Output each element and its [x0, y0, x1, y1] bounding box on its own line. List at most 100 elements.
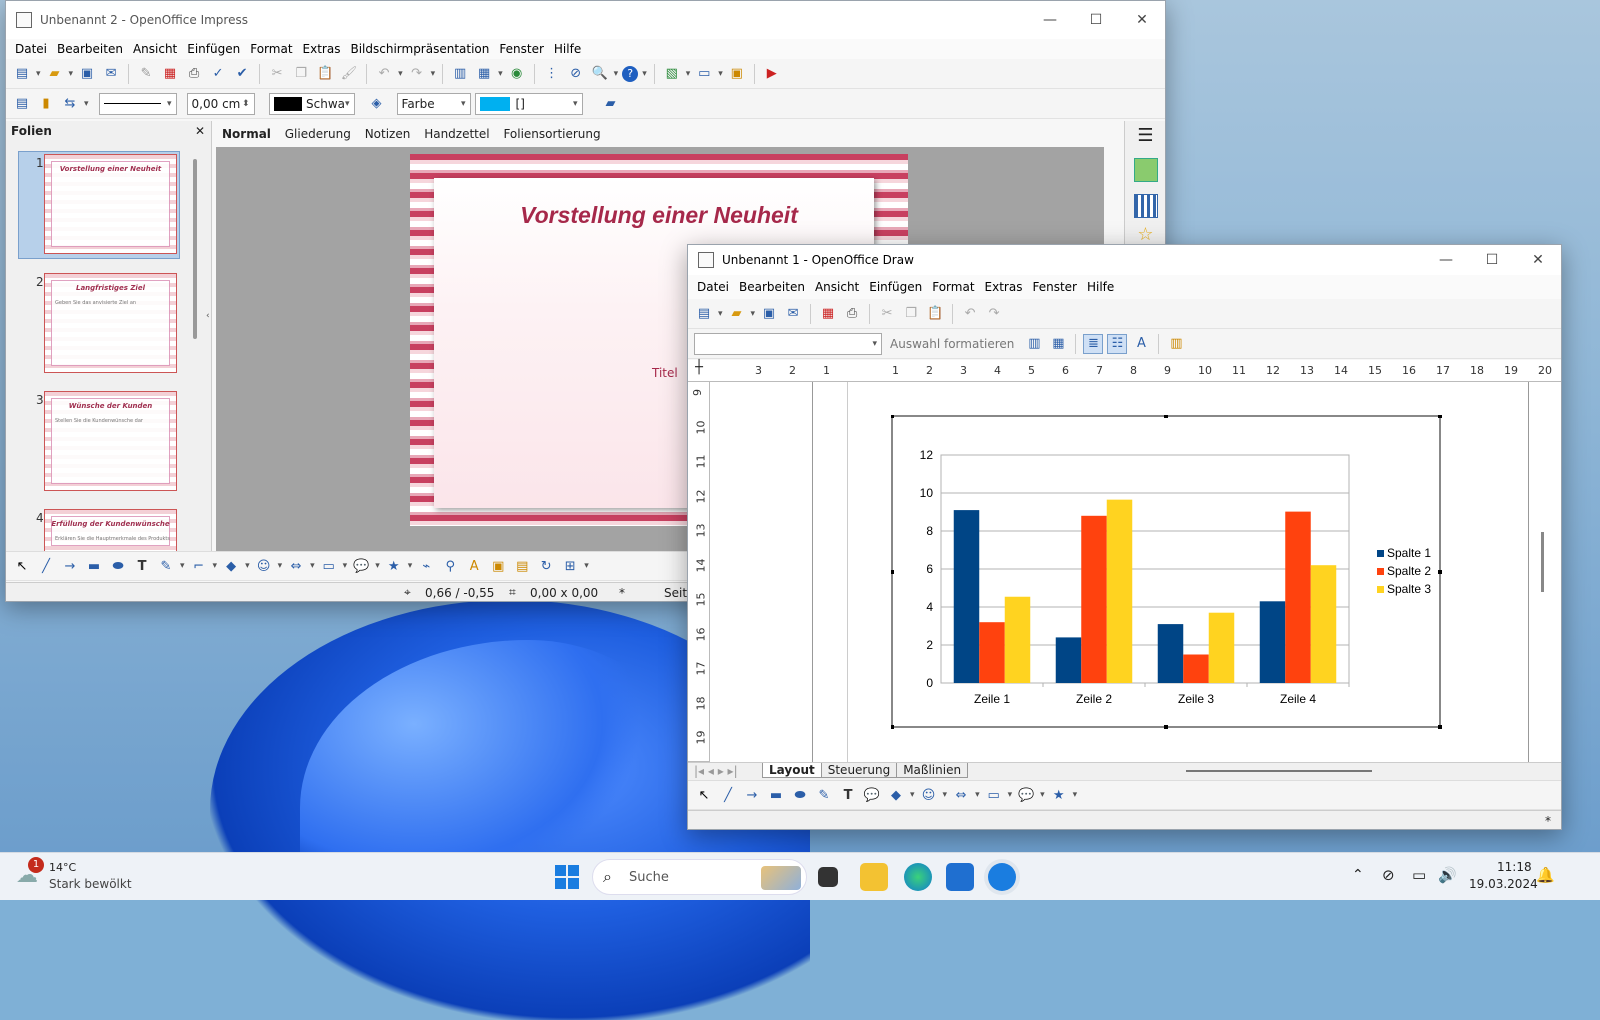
draw-menu-item[interactable]: Datei	[692, 280, 734, 294]
vertical-ruler[interactable]: 9 10 11 12 13 14 15 16 17 18 19	[688, 382, 710, 762]
new-icon[interactable]: ▤	[12, 64, 32, 84]
open-icon[interactable]: ▰	[45, 64, 65, 84]
impress-menu-item[interactable]: Format	[245, 42, 297, 56]
grid-icon[interactable]: ⋮	[542, 64, 562, 84]
line-style-select[interactable]: ▾	[98, 92, 177, 115]
impress-menu-item[interactable]: Hilfe	[549, 42, 586, 56]
legend-toggle-icon[interactable]: ☷	[1107, 333, 1128, 354]
bar-spalte-1[interactable]	[1157, 624, 1184, 683]
tab-steuerung[interactable]: Steuerung	[820, 763, 898, 778]
slide-thumbnail[interactable]: Vorstellung einer Neuheit	[44, 154, 177, 254]
save-icon[interactable]: ▣	[77, 64, 97, 84]
display-icon[interactable]: ▭	[1412, 866, 1426, 884]
selection-handle[interactable]	[891, 570, 894, 574]
file-explorer-icon[interactable]	[860, 863, 888, 891]
select-icon[interactable]: ↖	[12, 556, 32, 576]
selection-handle[interactable]	[891, 415, 894, 418]
volume-icon[interactable]: 🔊	[1438, 866, 1457, 884]
bar-spalte-3[interactable]	[1004, 596, 1031, 683]
slide-title[interactable]: Vorstellung einer Neuheit	[410, 202, 908, 229]
save-icon[interactable]: ▣	[759, 304, 779, 324]
chart-icon[interactable]: ▥	[450, 64, 470, 84]
rectangle-icon[interactable]: ▬	[766, 785, 786, 805]
impress-menu-item[interactable]: Fenster	[494, 42, 549, 56]
arrow-style-icon[interactable]: ⇆	[60, 94, 80, 114]
block-arrows-icon[interactable]: ⇔	[951, 785, 971, 805]
minimize-button[interactable]: —	[1027, 12, 1073, 28]
bar-spalte-2[interactable]	[1183, 654, 1209, 684]
bar-spalte-2[interactable]	[1081, 515, 1107, 683]
copy-icon[interactable]: ❐	[291, 64, 311, 84]
scale-text-icon[interactable]: A	[1131, 334, 1151, 354]
selection-handle[interactable]	[1438, 415, 1442, 418]
curve-icon[interactable]: ✎	[814, 785, 834, 805]
spellcheck-icon[interactable]: ✓	[208, 64, 228, 84]
draw-menu-item[interactable]: Bearbeiten	[734, 280, 810, 294]
horizontal-scrollbar[interactable]	[1186, 770, 1372, 772]
help-icon[interactable]: ?	[622, 65, 639, 82]
format-selection-button[interactable]: Auswahl formatieren	[890, 337, 1014, 351]
bar-spalte-1[interactable]	[1259, 601, 1286, 683]
stars-icon[interactable]: ★	[1049, 785, 1069, 805]
data-table-icon[interactable]: ▦	[1048, 334, 1068, 354]
gallery-icon[interactable]: ▤	[512, 556, 532, 576]
undo-icon[interactable]: ↶	[960, 304, 980, 324]
paste-icon[interactable]: 📋	[315, 64, 335, 84]
impress-menu-item[interactable]: Ansicht	[128, 42, 182, 56]
chart-type-icon[interactable]: ▥	[1024, 334, 1044, 354]
line-width-field[interactable]: 0,00 cm ⬍	[186, 92, 255, 115]
stars-icon[interactable]: ★	[384, 556, 404, 576]
tab-layout[interactable]: Layout	[762, 763, 822, 778]
chart-object[interactable]: 0 2 4 6 8 10 12 Zeile 1 Zeile 2 Zeile 3 Zeile 4 S…	[891, 415, 1451, 735]
show-hidden-icons[interactable]: ⌃	[1352, 867, 1364, 883]
impress-menu-item[interactable]: Datei	[10, 42, 52, 56]
slide-thumbnail[interactable]: Langfristiges Ziel Geben Sie das anvisier…	[44, 273, 177, 373]
impress-menu-item[interactable]: Einfügen	[182, 42, 245, 56]
flowchart-icon[interactable]: ▭	[319, 556, 339, 576]
tab-gliederung[interactable]: Gliederung	[285, 127, 351, 141]
symbol-shapes-icon[interactable]: ☺	[254, 556, 274, 576]
selection-handle[interactable]	[1164, 415, 1168, 418]
maximize-button[interactable]: ☐	[1469, 252, 1515, 268]
bar-spalte-2[interactable]	[979, 622, 1005, 683]
tab-foliensortierung[interactable]: Foliensortierung	[503, 127, 600, 141]
bar-spalte-1[interactable]	[1055, 637, 1082, 683]
minimize-button[interactable]: —	[1423, 252, 1469, 268]
points-icon[interactable]: ⌁	[416, 556, 436, 576]
bar-spalte-1[interactable]	[953, 510, 980, 683]
edge-icon[interactable]	[904, 863, 932, 891]
email-icon[interactable]: ✉	[783, 304, 803, 324]
panel-collapse-handle[interactable]: ‹	[206, 311, 210, 321]
select-icon[interactable]: ↖	[694, 785, 714, 805]
arrow-tool-icon[interactable]: →	[60, 556, 80, 576]
new-icon[interactable]: ▤	[694, 304, 714, 324]
shadow-icon[interactable]: ▰	[601, 94, 621, 114]
horizontal-grid-icon[interactable]: ≣	[1083, 333, 1104, 354]
export-pdf-icon[interactable]: ▦	[160, 64, 180, 84]
sidebar-properties-icon[interactable]	[1133, 158, 1158, 182]
bar-spalte-3[interactable]	[1208, 612, 1235, 683]
fill-color-select[interactable]: [] ▾	[474, 92, 583, 115]
sidebar-animation-icon[interactable]: ☆	[1125, 224, 1165, 245]
slide-layout-icon[interactable]: ▭	[694, 64, 714, 84]
draw-menu-item[interactable]: Hilfe	[1082, 280, 1119, 294]
bar-spalte-3[interactable]	[1310, 565, 1337, 683]
openoffice-taskbar-icon[interactable]	[988, 863, 1016, 891]
callouts-icon[interactable]: 💬	[351, 556, 371, 576]
open-icon[interactable]: ▰	[727, 304, 747, 324]
tab-handzettel[interactable]: Handzettel	[424, 127, 489, 141]
area-icon[interactable]: ◈	[367, 94, 387, 114]
horizontal-ruler[interactable]: 3 2 1 1 2 3 4 5 6 7 8 9 10 11 12 13 14 15 16 17 18 19 20	[710, 360, 1561, 382]
export-pdf-icon[interactable]: ▦	[818, 304, 838, 324]
paste-icon[interactable]: 📋	[925, 304, 945, 324]
basic-shapes-icon[interactable]: ◆	[221, 556, 241, 576]
undo-icon[interactable]: ↶	[374, 64, 394, 84]
cut-icon[interactable]: ✂	[877, 304, 897, 324]
effects-icon[interactable]: ↻	[536, 556, 556, 576]
close-button[interactable]: ✕	[1515, 252, 1561, 268]
draw-menu-item[interactable]: Einfügen	[864, 280, 927, 294]
print-icon[interactable]: ⎙	[842, 304, 862, 324]
copy-icon[interactable]: ❐	[901, 304, 921, 324]
draw-menu-item[interactable]: Fenster	[1027, 280, 1082, 294]
connector-icon[interactable]: ⌐	[189, 556, 209, 576]
